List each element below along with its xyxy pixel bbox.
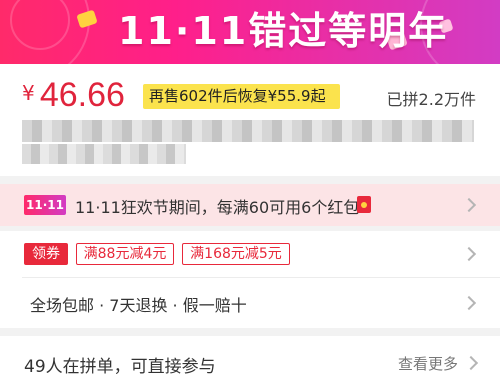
currency-symbol: ¥ — [22, 81, 35, 105]
festival-badge: 11·11 — [24, 195, 66, 215]
group-buy-row: 49人在拼单，可直接参与 查看更多 — [0, 336, 500, 389]
blurred-text-line — [22, 144, 186, 164]
chevron-right-icon[interactable] — [463, 355, 479, 371]
coupon-row[interactable]: 领券 满88元减4元 满168元减5元 — [0, 231, 500, 278]
blurred-text-line — [22, 120, 474, 142]
banner-title: 11·11错过等明年 — [118, 9, 449, 53]
chevron-right-icon — [461, 197, 477, 213]
view-more-link[interactable]: 查看更多 — [398, 353, 458, 374]
services-row[interactable]: 全场包邮 · 7天退换 · 假一赔十 — [0, 278, 500, 328]
coupon-item[interactable]: 满168元减5元 — [182, 243, 290, 265]
festival-promo-text: 11·11狂欢节期间，每满60可用6个红包 — [75, 198, 360, 217]
sold-count: 已拼2.2万件 — [386, 90, 476, 109]
services-text: 全场包邮 · 7天退换 · 假一赔十 — [30, 296, 247, 315]
price-value: 46.66 — [39, 76, 125, 114]
product-price: ¥ 46.66 — [22, 76, 125, 114]
resale-notice-badge: 再售602件后恢复¥55.9起 — [143, 84, 340, 109]
promo-banner: 11·11错过等明年 — [0, 0, 500, 64]
chevron-right-icon — [461, 295, 477, 311]
red-envelope-icon — [357, 196, 371, 213]
group-buy-text: 49人在拼单，可直接参与 — [24, 357, 216, 377]
product-title-blurred — [22, 120, 474, 164]
price-section: ¥ 46.66 再售602件后恢复¥55.9起 已拼2.2万件 — [0, 64, 500, 176]
get-coupon-label: 领券 — [24, 243, 68, 265]
coupon-item[interactable]: 满88元减4元 — [76, 243, 174, 265]
festival-promo-row[interactable]: 11·11 11·11狂欢节期间，每满60可用6个红包 — [0, 184, 500, 226]
chevron-right-icon — [461, 246, 477, 262]
